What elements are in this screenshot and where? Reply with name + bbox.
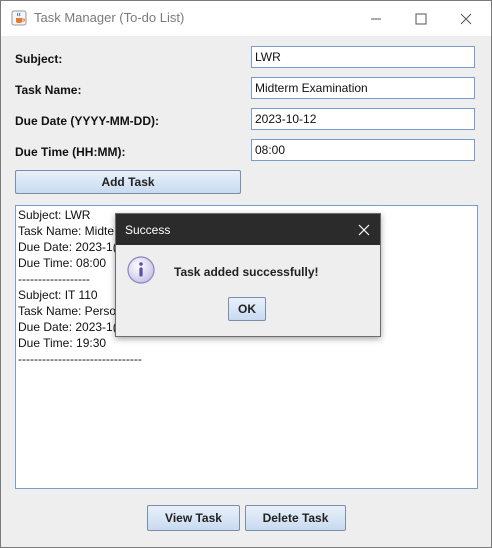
info-icon xyxy=(126,255,156,285)
close-icon[interactable] xyxy=(357,223,371,237)
close-button[interactable] xyxy=(443,1,489,36)
maximize-button[interactable] xyxy=(398,1,444,36)
task-separator: ------------------------------- xyxy=(18,352,142,366)
task-separator: ------------------ xyxy=(18,272,90,286)
task-line: Subject: IT 110 xyxy=(18,288,98,302)
dialog-title-bar[interactable]: Success xyxy=(116,214,380,245)
minimize-icon xyxy=(370,13,382,25)
task-manager-window: Task Manager (To-do List) Subject: LWR T… xyxy=(0,0,492,548)
title-bar[interactable]: Task Manager (To-do List) xyxy=(1,1,491,36)
ok-button[interactable]: OK xyxy=(228,297,266,321)
due-date-label: Due Date (YYYY-MM-DD): xyxy=(15,114,160,128)
task-name-field[interactable]: Midterm Examination xyxy=(251,77,475,99)
task-line: Due Time: 08:00 xyxy=(18,256,107,270)
maximize-icon xyxy=(415,13,427,25)
task-line: Due Time: 19:30 xyxy=(18,336,107,350)
due-time-field[interactable]: 08:00 xyxy=(251,139,475,161)
view-task-button[interactable]: View Task xyxy=(147,505,240,531)
due-time-label: Due Time (HH:MM): xyxy=(15,145,126,159)
task-line: Task Name: Perso xyxy=(18,304,117,318)
delete-task-button[interactable]: Delete Task xyxy=(245,505,346,531)
add-task-button[interactable]: Add Task xyxy=(15,170,241,194)
task-line: Subject: LWR xyxy=(18,208,91,222)
dialog-message: Task added successfully! xyxy=(174,265,319,279)
task-name-label: Task Name: xyxy=(15,83,82,97)
task-line: Due Date: 2023-1( xyxy=(18,240,117,254)
success-dialog: Success Task added successfully! OK xyxy=(115,213,381,337)
window-title: Task Manager (To-do List) xyxy=(34,10,185,25)
due-date-field[interactable]: 2023-10-12 xyxy=(251,108,475,130)
subject-label: Subject: xyxy=(15,52,63,66)
task-line: Due Date: 2023-1( xyxy=(18,320,117,334)
java-cup-icon xyxy=(11,10,27,26)
minimize-button[interactable] xyxy=(353,1,399,36)
close-icon xyxy=(460,13,472,25)
subject-field[interactable]: LWR xyxy=(251,46,475,68)
dialog-title: Success xyxy=(125,223,171,237)
task-line: Task Name: Midte xyxy=(18,224,115,238)
